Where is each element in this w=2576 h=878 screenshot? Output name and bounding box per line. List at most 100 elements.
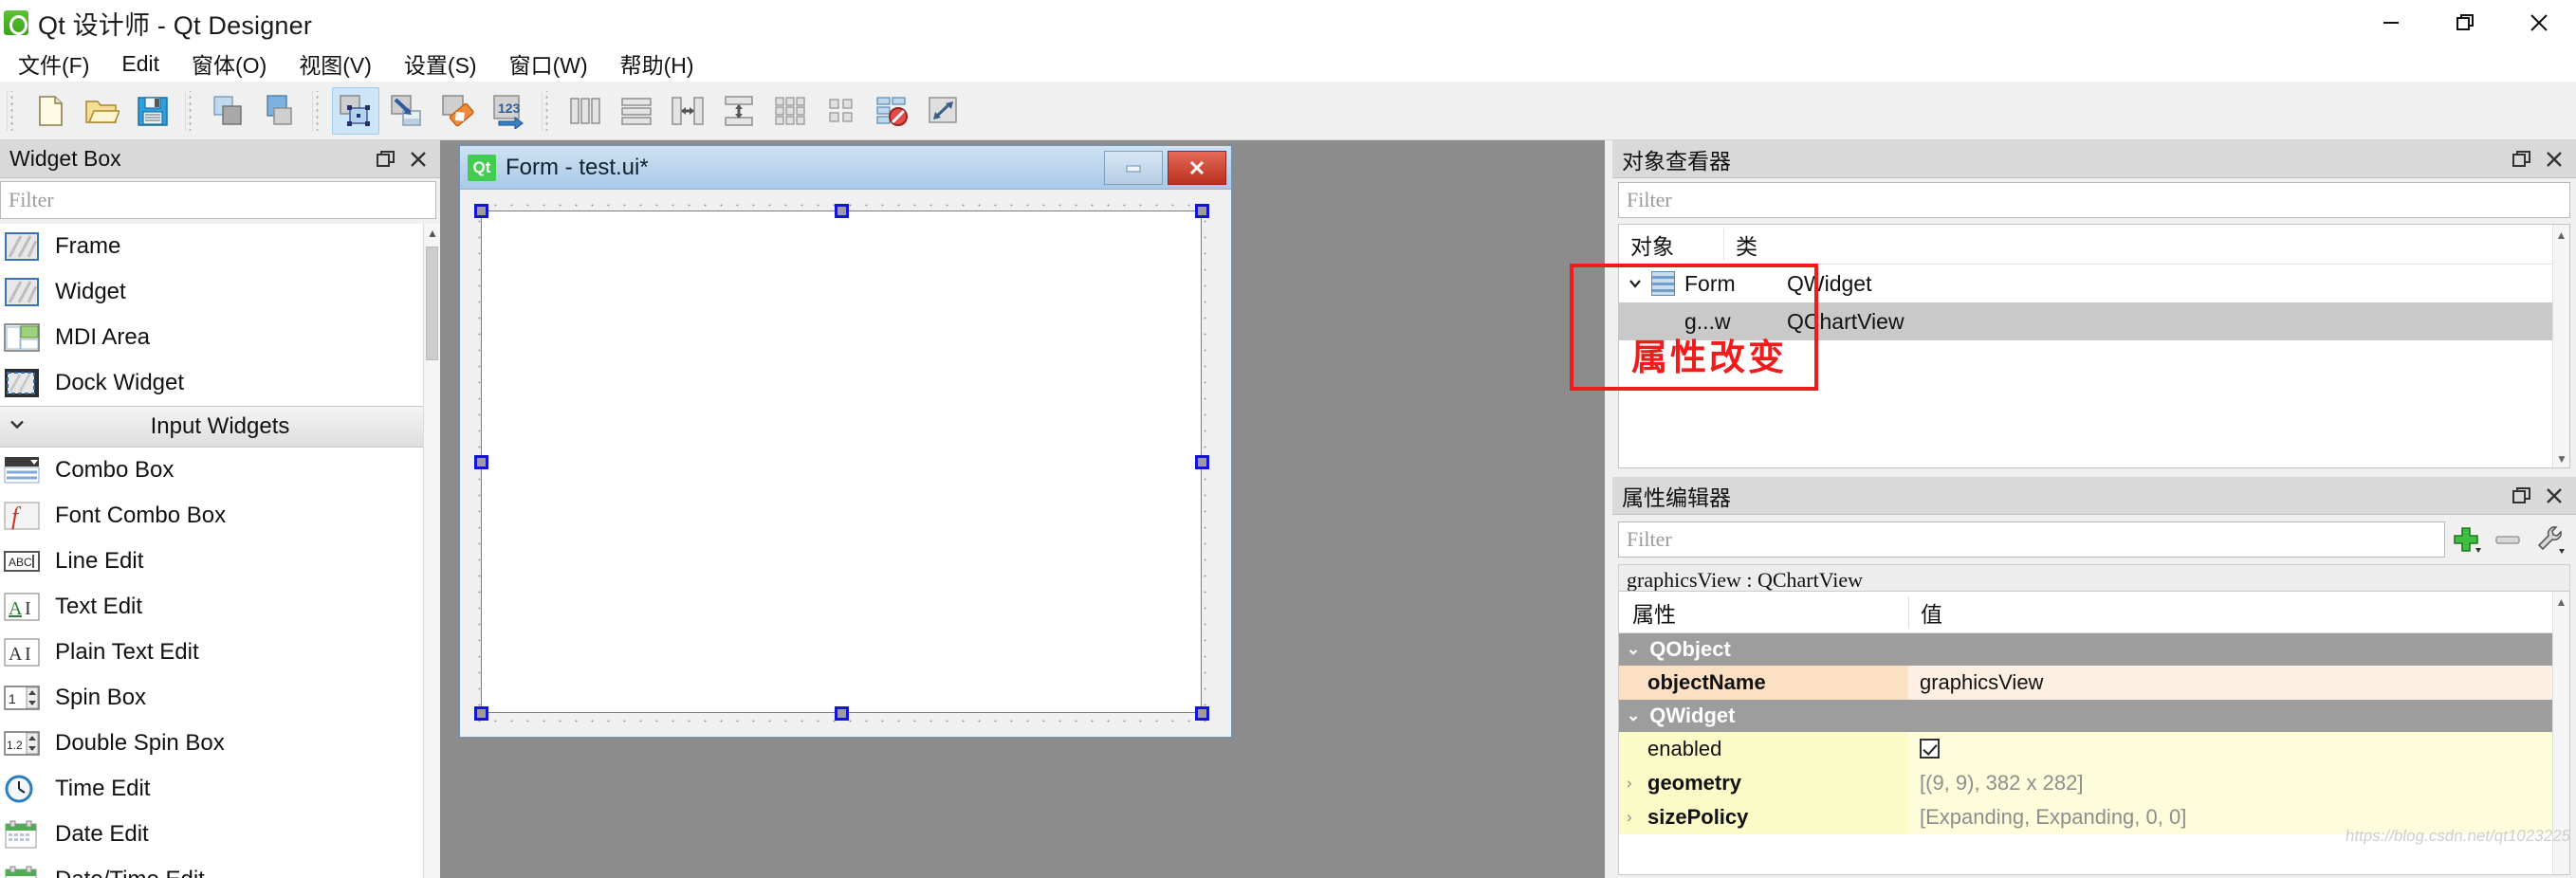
menu-edit[interactable]: Edit	[105, 47, 175, 81]
time-edit-icon	[2, 773, 42, 805]
minus-icon[interactable]	[2487, 521, 2529, 558]
copy-stack-icon[interactable]	[205, 87, 252, 135]
float-icon[interactable]	[370, 143, 402, 175]
property-editor-filter-input[interactable]: Filter	[1618, 521, 2445, 558]
widget-box-filter-input[interactable]: Filter	[0, 181, 436, 219]
selection-handle-bottom-center[interactable]	[835, 706, 849, 721]
list-item[interactable]: Date Edit	[0, 812, 440, 857]
widget-box-scrollbar[interactable]: ▲	[423, 224, 440, 878]
table-row[interactable]: › geometry [(9, 9), 382 x 282]	[1619, 765, 2569, 800]
toolbar-grip[interactable]	[185, 90, 196, 131]
selection-handle-middle-right[interactable]	[1195, 455, 1209, 469]
table-row[interactable]: Form QWidget	[1619, 265, 2569, 302]
minimize-icon[interactable]	[2354, 0, 2428, 46]
plus-icon[interactable]	[2445, 521, 2487, 558]
wrench-icon[interactable]	[2529, 521, 2570, 558]
list-item[interactable]: AI Plain Text Edit	[0, 630, 440, 675]
scroll-up-icon[interactable]: ▲	[424, 224, 441, 243]
layout-grid-icon[interactable]	[766, 87, 814, 135]
close-icon[interactable]	[2538, 143, 2570, 175]
svg-text:ABC: ABC	[9, 556, 32, 569]
buddy-tag-icon[interactable]	[434, 87, 482, 135]
form-titlebar[interactable]: Qt Form - test.ui*	[460, 146, 1231, 190]
save-floppy-icon[interactable]	[129, 87, 176, 135]
signals-slots-icon[interactable]	[383, 87, 431, 135]
restore-icon[interactable]	[2428, 0, 2502, 46]
list-item[interactable]: 1.2 Double Spin Box	[0, 721, 440, 766]
list-item[interactable]: 1 Spin Box	[0, 675, 440, 721]
widget-group-input-widgets[interactable]: Input Widgets	[0, 406, 440, 448]
scroll-up-icon[interactable]: ▲	[2553, 225, 2569, 242]
adjust-size-icon[interactable]	[920, 87, 967, 135]
toolbar-grip[interactable]	[542, 90, 553, 131]
list-item-label: Combo Box	[55, 456, 175, 483]
widget-box-list[interactable]: Frame Widget MDI Area Dock Widget Input …	[0, 224, 440, 878]
list-item[interactable]: Time Edit	[0, 766, 440, 812]
chart-view-widget[interactable]	[481, 210, 1202, 713]
list-item[interactable]: Widget	[0, 269, 440, 315]
minimize-icon[interactable]	[1104, 150, 1163, 185]
close-icon[interactable]	[1168, 150, 1226, 185]
splitter-vertical-icon[interactable]	[715, 87, 763, 135]
property-value[interactable]: [(9, 9), 382 x 282]	[1908, 765, 2569, 800]
table-row[interactable]: enabled	[1619, 731, 2569, 766]
form-design-area[interactable]: Qt Form - test.ui*	[440, 140, 1612, 878]
toolbar-grip[interactable]	[7, 90, 18, 131]
property-group-qwidget[interactable]: ⌄ QWidget	[1619, 700, 2569, 732]
menu-help[interactable]: 帮助(H)	[604, 44, 710, 83]
menu-view[interactable]: 视图(V)	[283, 44, 388, 83]
tree-object-class: QWidget	[1787, 270, 1872, 296]
close-icon[interactable]	[2502, 0, 2576, 46]
selection-handle-bottom-right[interactable]	[1195, 706, 1209, 721]
scroll-down-icon[interactable]: ▼	[2553, 452, 2570, 466]
property-name-label: geometry	[1647, 770, 1742, 795]
form-canvas[interactable]	[460, 190, 1231, 737]
break-layout-icon[interactable]	[869, 87, 916, 135]
selection-handle-top-left[interactable]	[474, 204, 488, 218]
selection-handle-bottom-left[interactable]	[474, 706, 488, 721]
selection-handle-middle-left[interactable]	[474, 455, 488, 469]
property-value[interactable]	[1908, 731, 2569, 766]
list-item[interactable]: AI Text Edit	[0, 584, 440, 630]
property-group-qobject[interactable]: ⌄ QObject	[1619, 633, 2569, 666]
close-icon[interactable]	[2538, 480, 2570, 512]
list-item[interactable]: Date/Time Edit	[0, 857, 440, 878]
table-row[interactable]: objectName graphicsView	[1619, 665, 2569, 700]
layout-horizontal-icon[interactable]	[561, 87, 609, 135]
list-item[interactable]: Combo Box	[0, 448, 440, 493]
open-folder-icon[interactable]	[78, 87, 125, 135]
splitter-horizontal-icon[interactable]	[664, 87, 711, 135]
toolbar-grip[interactable]	[312, 90, 323, 131]
paste-stack-icon[interactable]	[256, 87, 304, 135]
menu-window[interactable]: 窗口(W)	[493, 44, 604, 83]
list-item[interactable]: MDI Area	[0, 315, 440, 360]
layout-vertical-icon[interactable]	[613, 87, 660, 135]
selection-handle-top-right[interactable]	[1195, 204, 1209, 218]
object-inspector-filter-input[interactable]: Filter	[1618, 182, 2570, 218]
list-item[interactable]: f Font Combo Box	[0, 493, 440, 539]
form-window[interactable]: Qt Form - test.ui*	[459, 145, 1232, 738]
menu-settings[interactable]: 设置(S)	[388, 44, 493, 83]
layout-form-icon[interactable]	[818, 87, 865, 135]
new-file-icon[interactable]	[27, 87, 74, 135]
menu-file[interactable]: 文件(F)	[2, 44, 105, 83]
list-item[interactable]: ABC Line Edit	[0, 539, 440, 584]
chevron-right-icon[interactable]: ›	[1627, 808, 1632, 827]
chevron-right-icon[interactable]: ›	[1627, 774, 1632, 793]
list-item[interactable]: Dock Widget	[0, 360, 440, 406]
tab-order-123-icon[interactable]: 123	[486, 87, 533, 135]
menu-form[interactable]: 窗体(O)	[175, 44, 283, 83]
dock-splitter[interactable]	[1605, 140, 1612, 878]
list-item[interactable]: Frame	[0, 224, 440, 269]
chevron-down-icon[interactable]	[1619, 275, 1651, 292]
close-icon[interactable]	[402, 143, 434, 175]
scrollbar-thumb[interactable]	[426, 247, 438, 360]
edit-widgets-icon[interactable]	[332, 86, 379, 135]
float-icon[interactable]	[2506, 143, 2538, 175]
float-icon[interactable]	[2506, 480, 2538, 512]
selection-handle-top-center[interactable]	[835, 204, 849, 218]
enabled-checkbox[interactable]	[1920, 739, 1940, 759]
property-value[interactable]: graphicsView	[1908, 665, 2569, 700]
scroll-up-icon[interactable]: ▲	[2553, 592, 2569, 609]
object-tree-scrollbar[interactable]: ▲ ▼	[2552, 225, 2569, 467]
